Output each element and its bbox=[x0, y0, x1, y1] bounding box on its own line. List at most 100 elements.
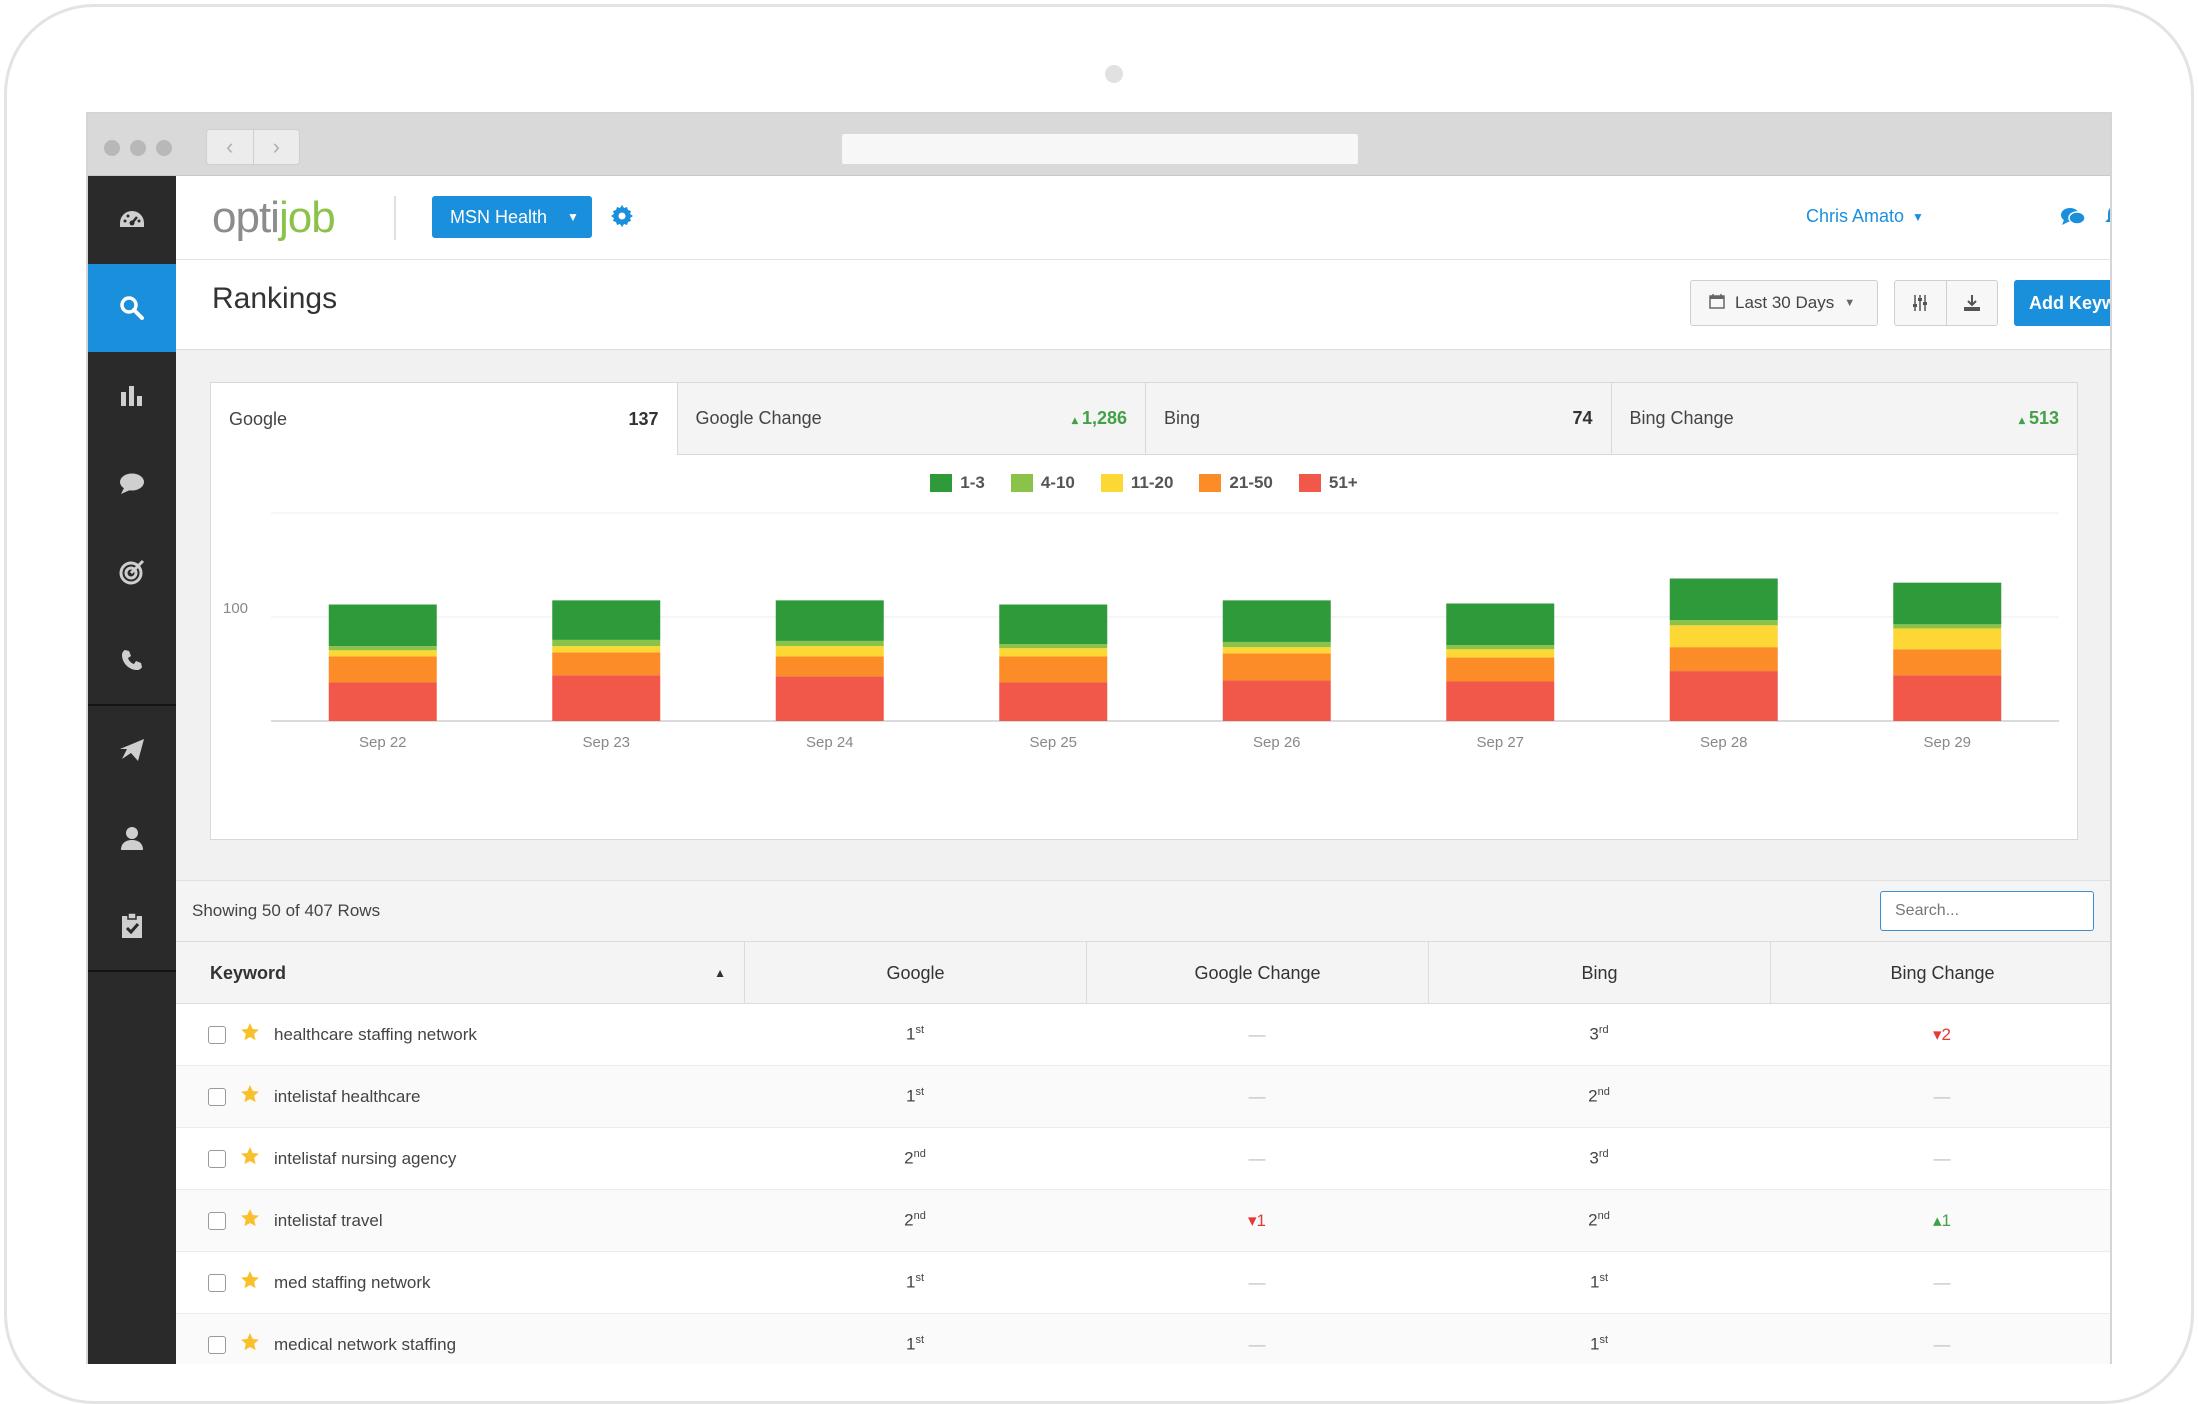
window-minimize-dot[interactable] bbox=[130, 140, 146, 156]
x-tick-label: Sep 29 bbox=[1923, 734, 1971, 751]
search-input[interactable] bbox=[1880, 891, 2094, 931]
star-icon[interactable] bbox=[240, 1270, 260, 1295]
sort-up-icon[interactable]: ▲ bbox=[714, 966, 726, 980]
star-icon[interactable] bbox=[240, 1022, 260, 1047]
star-icon[interactable] bbox=[240, 1332, 260, 1357]
chat-icon[interactable] bbox=[88, 440, 176, 528]
user-menu[interactable]: Chris Amato ▼ bbox=[1806, 206, 1924, 227]
rank-value: 2nd bbox=[904, 1210, 926, 1230]
google-change-cell: — bbox=[1086, 1252, 1428, 1313]
rank-value: 1st bbox=[905, 1334, 925, 1354]
user-icon[interactable] bbox=[88, 794, 176, 882]
bar-segment-11-20 bbox=[999, 648, 1108, 657]
rank-change: — bbox=[1248, 1148, 1266, 1168]
bar-segment-11-20 bbox=[1446, 649, 1555, 658]
gear-icon[interactable] bbox=[610, 204, 634, 233]
main-content: optijob MSN Health▼ Chris Amato▼ 1 ? bbox=[176, 176, 2110, 1364]
target-icon[interactable] bbox=[88, 528, 176, 616]
table-row: intelistaf travel 2nd ▾1 2nd ▴1 bbox=[176, 1190, 2110, 1252]
google-change-cell: — bbox=[1086, 1128, 1428, 1189]
bar-segment-4-10 bbox=[1669, 620, 1778, 626]
rank-change: ▾1 bbox=[1248, 1210, 1266, 1230]
bar-segment-11-20 bbox=[328, 650, 437, 657]
dashboard-icon[interactable] bbox=[88, 176, 176, 264]
send-icon[interactable] bbox=[88, 706, 176, 794]
add-keywords-button[interactable]: Add Keywords bbox=[2014, 280, 2110, 326]
rank-change: — bbox=[1933, 1148, 1951, 1168]
bar-chart-icon[interactable] bbox=[88, 352, 176, 440]
column-header-google-change[interactable]: Google Change bbox=[1086, 942, 1428, 1004]
messages-icon[interactable] bbox=[2060, 206, 2086, 233]
bar-segment-21-50 bbox=[1222, 653, 1331, 681]
bar-segment-4-10 bbox=[1222, 641, 1331, 648]
chevron-down-icon: ▼ bbox=[1912, 209, 1924, 224]
bing-change-cell: — bbox=[1770, 1252, 2110, 1313]
keyword-cell: medical network staffing bbox=[176, 1314, 744, 1364]
window-close-dot[interactable] bbox=[104, 140, 120, 156]
row-checkbox[interactable] bbox=[208, 1149, 226, 1168]
keyword-cell: med staffing network bbox=[176, 1252, 744, 1313]
column-header-google[interactable]: Google bbox=[744, 942, 1086, 1004]
sidebar bbox=[88, 176, 176, 1364]
search-icon[interactable] bbox=[88, 264, 176, 352]
bing-change-cell: — bbox=[1770, 1314, 2110, 1364]
bar-segment-21-50 bbox=[999, 656, 1108, 683]
project-selector-button[interactable]: MSN Health ▼ bbox=[432, 196, 592, 238]
bar-segment-4-10 bbox=[328, 646, 437, 651]
bar-segment-11-20 bbox=[552, 646, 661, 653]
bell-icon[interactable] bbox=[2104, 204, 2110, 233]
forward-icon[interactable]: › bbox=[254, 130, 300, 164]
x-tick-label: Sep 23 bbox=[582, 734, 630, 751]
phone-icon[interactable] bbox=[88, 616, 176, 704]
x-tick-label: Sep 22 bbox=[359, 734, 407, 751]
column-header-bing[interactable]: Bing bbox=[1428, 942, 1770, 1004]
keyword-text: healthcare staffing network bbox=[274, 1024, 477, 1044]
column-settings-icon[interactable] bbox=[1895, 281, 1947, 325]
keyword-text: med staffing network bbox=[274, 1272, 431, 1292]
column-header-bing-change[interactable]: Bing Change bbox=[1770, 942, 2110, 1004]
bing-rank-cell: 2nd bbox=[1428, 1066, 1770, 1127]
rank-value: 1st bbox=[905, 1024, 925, 1044]
bar-segment-51+ bbox=[999, 682, 1108, 721]
row-checkbox[interactable] bbox=[208, 1025, 226, 1044]
row-checkbox[interactable] bbox=[208, 1087, 226, 1106]
bar-segment-1-3 bbox=[328, 604, 437, 647]
row-checkbox[interactable] bbox=[208, 1335, 226, 1354]
date-range-label: Last 30 Days bbox=[1735, 293, 1835, 312]
star-icon[interactable] bbox=[240, 1084, 260, 1109]
bing-rank-cell: 3rd bbox=[1428, 1128, 1770, 1189]
window-zoom-dot[interactable] bbox=[156, 140, 172, 156]
row-checkbox[interactable] bbox=[208, 1211, 226, 1230]
browser-nav-buttons: ‹ › bbox=[206, 129, 300, 165]
back-icon[interactable]: ‹ bbox=[207, 130, 254, 164]
bar-segment-4-10 bbox=[775, 640, 884, 647]
rank-value: 2nd bbox=[1588, 1086, 1610, 1106]
clipboard-icon[interactable] bbox=[88, 882, 176, 970]
bing-rank-cell: 1st bbox=[1428, 1252, 1770, 1313]
bing-change-cell: ▴1 bbox=[1770, 1190, 2110, 1251]
rank-change: — bbox=[1933, 1086, 1951, 1106]
address-bar[interactable] bbox=[842, 134, 1358, 164]
bar-segment-1-3 bbox=[1446, 603, 1555, 646]
rankings-table-body: healthcare staffing network 1st — 3rd ▾2 inte… bbox=[176, 1004, 2110, 1364]
bar-segment-1-3 bbox=[1222, 600, 1331, 642]
rank-value: 2nd bbox=[1588, 1210, 1610, 1230]
star-icon[interactable] bbox=[240, 1208, 260, 1233]
date-range-button[interactable]: Last 30 Days ▼ bbox=[1690, 280, 1878, 326]
column-header-keyword[interactable]: Keyword ▲ bbox=[176, 942, 744, 1004]
download-icon[interactable] bbox=[1947, 281, 1998, 325]
bar-segment-21-50 bbox=[1893, 649, 2002, 676]
table-row: intelistaf healthcare 1st — 2nd — bbox=[176, 1066, 2110, 1128]
chevron-down-icon: ▼ bbox=[1844, 297, 1856, 309]
x-tick-label: Sep 24 bbox=[806, 734, 854, 751]
table-row: med staffing network 1st — 1st — bbox=[176, 1252, 2110, 1314]
google-change-cell: — bbox=[1086, 1314, 1428, 1364]
project-name: MSN Health bbox=[450, 206, 548, 227]
row-checkbox[interactable] bbox=[208, 1273, 226, 1292]
keyword-cell: healthcare staffing network bbox=[176, 1004, 744, 1065]
star-icon[interactable] bbox=[240, 1146, 260, 1171]
x-tick-label: Sep 26 bbox=[1253, 734, 1301, 751]
bar-segment-11-20 bbox=[1669, 625, 1778, 648]
optijob-logo[interactable]: optijob bbox=[212, 190, 336, 246]
bar-segment-21-50 bbox=[1669, 647, 1778, 672]
